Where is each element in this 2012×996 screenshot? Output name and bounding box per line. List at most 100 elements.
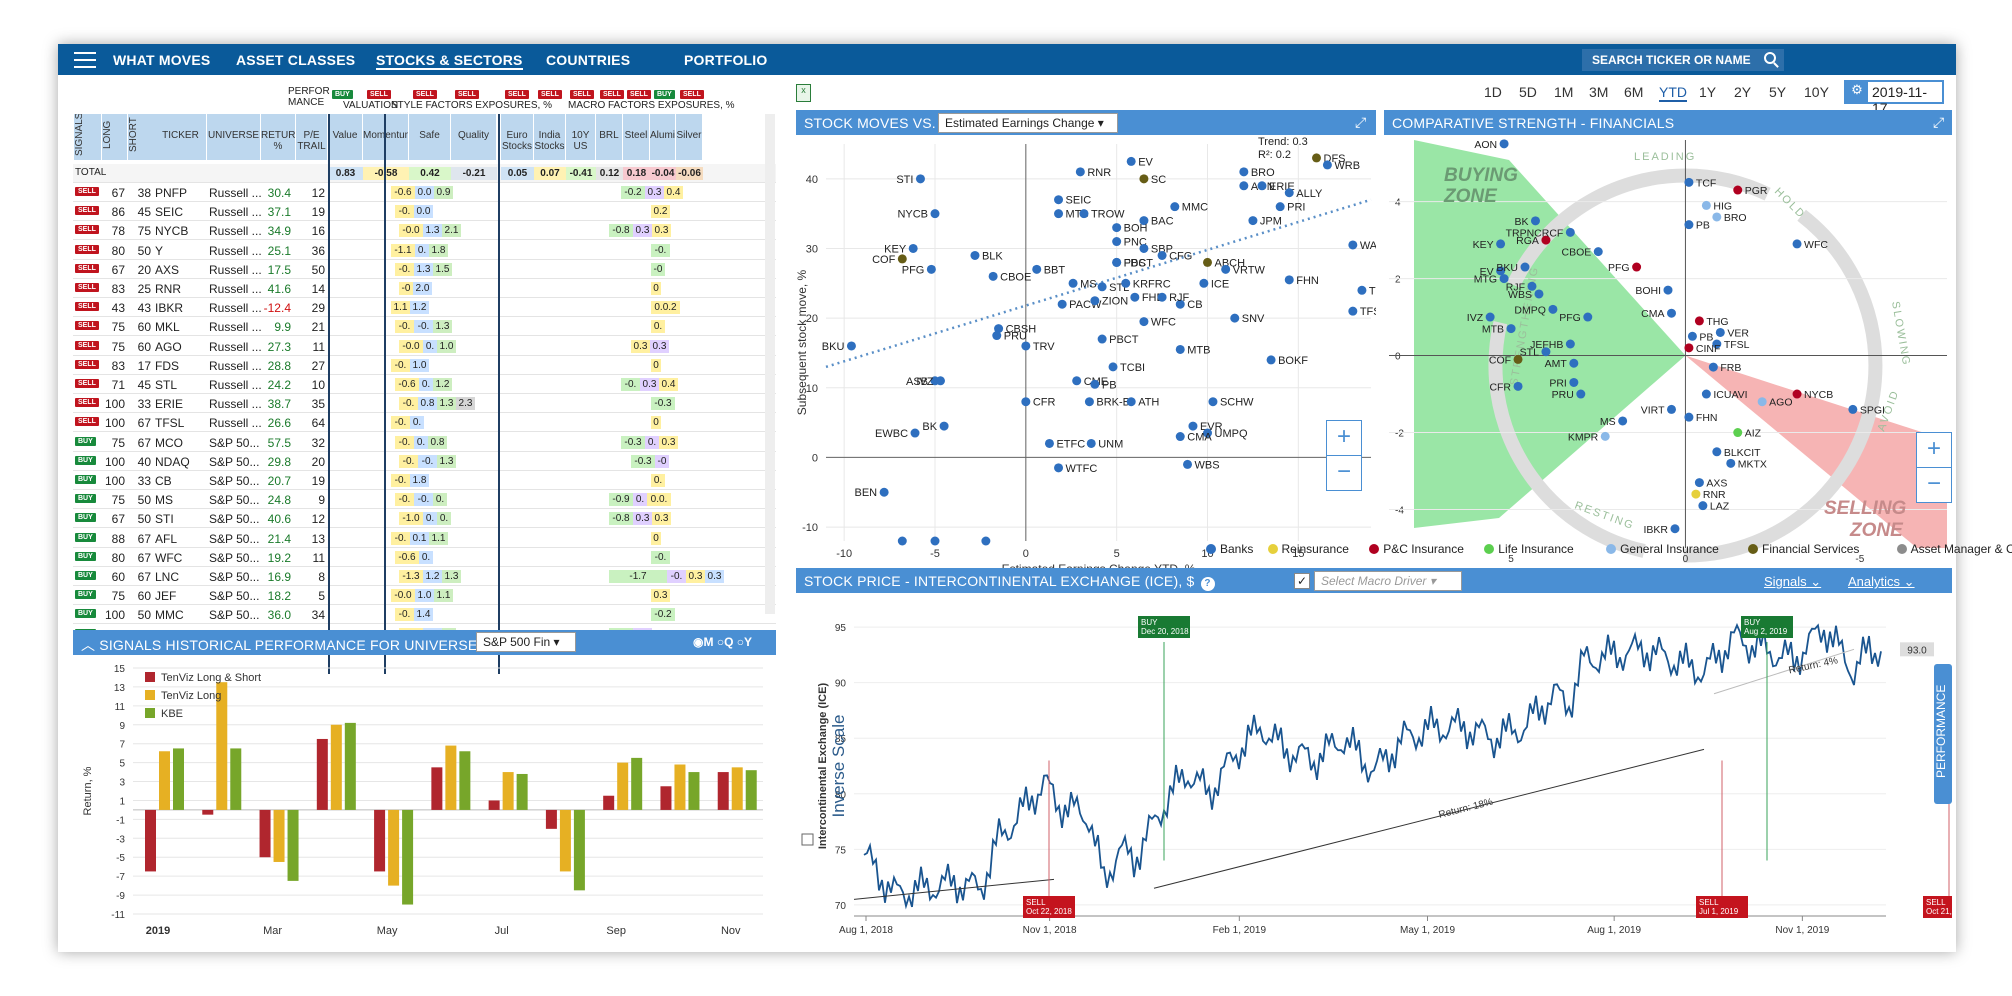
column-header-silver[interactable]: Silver	[676, 114, 703, 160]
ticker[interactable]: PNFP	[155, 186, 207, 200]
collapse-chevron-icon[interactable]: ︿	[81, 637, 99, 653]
column-header-brl[interactable]: BRL	[596, 114, 623, 160]
scatter-point[interactable]	[1108, 362, 1118, 372]
cs-point[interactable]	[1666, 404, 1676, 414]
timeframe-ytd[interactable]: YTD	[1659, 84, 1687, 102]
cs-point[interactable]	[1733, 185, 1743, 195]
scatter-point[interactable]	[1139, 317, 1149, 327]
scatter-point[interactable]	[1170, 202, 1180, 212]
scatter-point[interactable]	[1266, 355, 1276, 365]
table-row[interactable]: SELL 100 67 TFSL Russell ... 26.6 64 -0. 0. 0	[73, 413, 776, 433]
cs-point[interactable]	[1569, 377, 1579, 387]
ticker[interactable]: CB	[155, 474, 207, 488]
scatter-point[interactable]	[1357, 285, 1367, 295]
cs-point[interactable]	[1701, 389, 1711, 399]
cs-point[interactable]	[1701, 200, 1711, 210]
legend-item[interactable]: Reinsurance	[1267, 542, 1349, 556]
driver-select[interactable]: Estimated Earnings Change ▾	[938, 113, 1118, 133]
macro-driver-select[interactable]: Select Macro Driver ▾	[1314, 571, 1462, 591]
scatter-point[interactable]	[1221, 264, 1231, 274]
column-header-10y-us[interactable]: 10Y US	[566, 114, 596, 160]
column-header-signals[interactable]: SIGNALS	[73, 114, 101, 160]
scatter-point[interactable]	[1257, 181, 1267, 191]
table-row[interactable]: BUY 75 67 MCO S&P 50... 57.5 32 -0. 0. 0.8 -0.3 0. 0…	[73, 433, 776, 452]
legend-item[interactable]: Banks	[1206, 542, 1253, 556]
search-ticker-box[interactable]: SEARCH TICKER OR NAME	[1582, 49, 1784, 71]
scatter-point[interactable]	[1183, 459, 1193, 469]
scatter-point[interactable]	[1057, 299, 1067, 309]
zoom-in-button[interactable]: +	[1326, 420, 1362, 456]
table-row[interactable]: BUY 80 67 WFC S&P 50... 19.2 11 -0.6 0. -0.	[73, 548, 776, 567]
column-header-universe[interactable]: UNIVERSE	[207, 114, 261, 160]
scatter-point[interactable]	[1239, 167, 1249, 177]
scatter-point[interactable]	[1032, 264, 1042, 274]
scatter-point[interactable]	[1090, 296, 1100, 306]
scatter-point[interactable]	[1021, 341, 1031, 351]
timeframe-1m[interactable]: 1M	[1554, 84, 1573, 100]
ticker[interactable]: STL	[155, 378, 207, 392]
scatter-point[interactable]	[908, 243, 918, 253]
scatter-point[interactable]	[1248, 216, 1258, 226]
ticker[interactable]: WFC	[155, 551, 207, 565]
scatter-point[interactable]	[1188, 421, 1198, 431]
scatter-point[interactable]	[939, 421, 949, 431]
ticker[interactable]: AGO	[155, 340, 207, 354]
cs-point[interactable]	[1684, 343, 1694, 353]
table-row[interactable]: BUY 100 33 CB S&P 50... 20.7 19 -0. 1.8 0.	[73, 471, 776, 490]
cs-zoom-out-button[interactable]: −	[1916, 467, 1952, 503]
performance-tab[interactable]: PERFORMANCE	[1934, 664, 1952, 804]
scatter-point[interactable]	[879, 487, 889, 497]
cs-point[interactable]	[1583, 312, 1593, 322]
cs-point[interactable]	[1670, 524, 1680, 534]
timeframe-5y[interactable]: 5Y	[1769, 84, 1786, 100]
table-row[interactable]: BUY 75 60 JEF S&P 50... 18.2 5 -0.0 1.0 1.1 0.3	[73, 586, 776, 606]
expand-icon[interactable]: ⤢	[1355, 114, 1366, 131]
table-row[interactable]: SELL 71 45 STL Russell ... 24.2 10 -0.6 0. 1.2 -0.…	[73, 375, 776, 394]
table-row[interactable]: SELL 75 60 AGO Russell ... 27.3 11 -0.0 0. 1.0 0.3…	[73, 337, 776, 356]
cs-point[interactable]	[1513, 381, 1523, 391]
scatter-point[interactable]	[897, 536, 907, 546]
cs-point[interactable]	[1666, 308, 1676, 318]
cs-point[interactable]	[1698, 501, 1708, 511]
table-row[interactable]: BUY 88 67 AFL S&P 50... 21.4 13 -0. 0.1 1.1 0	[73, 529, 776, 548]
cs-point[interactable]	[1496, 239, 1506, 249]
cs-point[interactable]	[1757, 397, 1767, 407]
scatter-point[interactable]	[1130, 292, 1140, 302]
scatter-point[interactable]	[1208, 397, 1218, 407]
cs-point[interactable]	[1726, 458, 1736, 468]
legend-item[interactable]: Asset Manager & Custodian	[1896, 542, 2012, 556]
table-row[interactable]: SELL 75 60 MKL Russell ... 9.9 21 -0. -0. 1.3 0.	[73, 317, 776, 337]
ticker[interactable]: MS	[155, 493, 207, 507]
cs-expand-icon[interactable]: ⤢	[1933, 114, 1944, 131]
scatter-point[interactable]	[1139, 174, 1149, 184]
ticker[interactable]: MMC	[155, 608, 207, 622]
scatter-point[interactable]	[992, 331, 1002, 341]
cs-point[interactable]	[1565, 339, 1575, 349]
ticker[interactable]: STI	[155, 512, 207, 526]
timeframe-2y[interactable]: 2Y	[1734, 84, 1751, 100]
cs-point[interactable]	[1499, 139, 1509, 149]
macro-checkbox[interactable]: ✓	[1294, 573, 1310, 589]
scatter-point[interactable]	[1230, 313, 1240, 323]
scatter-point[interactable]	[1175, 432, 1185, 442]
table-row[interactable]: SELL 100 33 ERIE Russell ... 38.7 35 -0. 0.8 1.3 2…	[73, 394, 776, 414]
cs-point[interactable]	[1569, 358, 1579, 368]
ticker[interactable]: IBKR	[155, 301, 207, 315]
table-row[interactable]: SELL 80 50 Y Russell ... 25.1 36 -1.1 0. 1.8 -0.	[73, 241, 776, 260]
cs-point[interactable]	[1684, 220, 1694, 230]
legend-item[interactable]: Life Insurance	[1484, 542, 1574, 556]
scatter-point[interactable]	[1054, 195, 1064, 205]
scatter-point[interactable]	[1175, 344, 1185, 354]
scatter-point[interactable]	[1284, 188, 1294, 198]
nav-portfolio[interactable]: PORTFOLIO	[684, 52, 767, 68]
table-row[interactable]: SELL 43 43 IBKR Russell ... -12.4 29 1.1 1.2 0.0.…	[73, 298, 776, 318]
scatter-point[interactable]	[1044, 438, 1054, 448]
scatter-point[interactable]	[1121, 278, 1131, 288]
table-row[interactable]: BUY 100 40 NDAQ S&P 50... 29.8 20 -0. -0. 1.3 -0.3…	[73, 452, 776, 471]
legend-item[interactable]: Financial Services	[1748, 542, 1859, 556]
scatter-point[interactable]	[1284, 275, 1294, 285]
period-radio-group[interactable]: ◉M ○Q ○Y	[693, 635, 752, 649]
ticker[interactable]: AFL	[155, 532, 207, 546]
scatter-point[interactable]	[1275, 202, 1285, 212]
cs-point[interactable]	[1733, 428, 1743, 438]
